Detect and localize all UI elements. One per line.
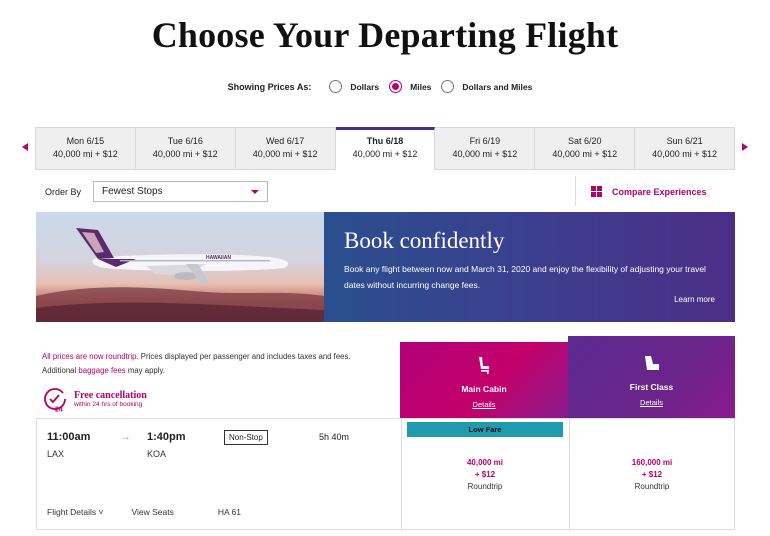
roundtrip-link[interactable]: All prices are now roundtrip. — [42, 352, 139, 361]
seat-icon — [479, 357, 489, 374]
radio-dollars-and-miles[interactable]: Dollars and Miles — [441, 80, 532, 93]
order-by-value: Fewest Stops — [102, 186, 163, 197]
airplane-illustration: HAWAIIAN — [36, 228, 324, 322]
price-display-toggle: Showing Prices As: Dollars Miles Dollars… — [0, 80, 770, 93]
divider — [575, 176, 576, 206]
baggage-fees-link[interactable]: baggage fees — [78, 366, 125, 375]
date-tab-price: 40,000 mi + $12 — [552, 149, 618, 159]
free-cancellation-sub: within 24 hrs of booking — [74, 401, 143, 408]
fare-miles: 160,000 mi — [631, 458, 673, 467]
date-tab-price: 40,000 mi + $12 — [352, 149, 418, 159]
radio-miles[interactable]: Miles — [389, 80, 431, 93]
depart-airport: LAX — [47, 449, 65, 459]
clock-24-icon: 24 — [44, 388, 66, 413]
compare-experiences-link[interactable]: Compare Experiences — [591, 186, 707, 197]
date-tab-day: Wed 6/17 — [265, 136, 305, 146]
date-tab-price: 40,000 mi + $12 — [53, 149, 118, 159]
flight-links: Flight Details ˅ View Seats HA 61 — [47, 507, 241, 517]
airplane-photo: HAWAIIAN — [36, 212, 324, 322]
date-tab-day: Thu 6/18 — [366, 136, 404, 146]
cabin-name: Main Cabin — [461, 384, 507, 394]
date-selector: Mon 6/15 40,000 mi + $12 Tue 6/16 40,000 m… — [35, 127, 736, 170]
fare-type: Roundtrip — [634, 482, 670, 491]
arrive-airport: KOA — [147, 449, 167, 459]
depart-time: 11:00am — [47, 431, 91, 443]
banner-title: Book confidently — [344, 228, 505, 253]
fare-cash: + $12 — [474, 470, 496, 479]
date-tab[interactable]: Mon 6/15 40,000 mi + $12 — [35, 127, 136, 170]
banner-body: Book any flight between now and March 31… — [344, 264, 706, 290]
additional-text: Additional — [42, 366, 79, 375]
fare-type: Roundtrip — [467, 482, 503, 491]
date-tab[interactable]: Wed 6/17 40,000 mi + $12 — [235, 127, 336, 170]
date-tab-day: Sun 6/21 — [666, 136, 703, 146]
free-cancellation-title: Free cancellation — [74, 390, 147, 401]
radio-label: Miles — [410, 81, 432, 92]
promo-banner: HAWAIIAN Book confidently Book any fligh… — [36, 212, 735, 322]
page-title: Choose Your Departing Flight — [151, 15, 619, 55]
flight-details-link[interactable]: Flight Details ˅ — [47, 507, 103, 517]
svg-text:24: 24 — [55, 407, 63, 413]
radio-circle-icon[interactable] — [329, 80, 343, 93]
may-apply-text: may apply. — [125, 366, 165, 375]
arrive-time: 1:40pm — [147, 431, 186, 443]
price-toggle-label: Showing Prices As: — [227, 81, 312, 92]
date-tab-price: 40,000 mi + $12 — [252, 149, 318, 159]
date-tab-selected[interactable]: Thu 6/18 40,000 mi + $12 — [335, 127, 436, 170]
flight-details-label: Flight Details — [47, 507, 97, 517]
date-tab-day: Sat 6/20 — [567, 136, 602, 146]
free-cancellation: 24 Free cancellation within 24 hrs of bo… — [42, 386, 147, 412]
date-tab-day: Tue 6/16 — [167, 136, 203, 146]
date-tab-price: 40,000 mi + $12 — [652, 149, 717, 159]
pricing-note: All prices are now roundtrip. Prices dis… — [42, 350, 392, 378]
arrival: 1:40pm KOA — [147, 431, 186, 459]
date-tab[interactable]: Sun 6/21 40,000 mi + $12 — [635, 127, 736, 170]
cabin-header-main: Main Cabin Details — [400, 342, 568, 418]
view-seats-link[interactable]: View Seats — [131, 507, 173, 517]
flight-number: HA 61 — [217, 507, 242, 517]
chevron-down-icon: ˅ — [98, 507, 104, 517]
banner-content: Book confidently Book any flight between… — [324, 212, 735, 322]
main-cabin-fare[interactable]: Low Fare 40,000 mi + $12 Roundtrip — [401, 419, 569, 531]
fare-cash: + $12 — [641, 470, 663, 479]
radio-circle-icon[interactable] — [441, 80, 455, 93]
pricing-note-text: Prices displayed per passenger and inclu… — [138, 352, 351, 361]
date-tab-price: 40,000 mi + $12 — [152, 149, 218, 159]
cabin-details-link[interactable]: Details — [568, 398, 735, 407]
order-by: Order By Fewest Stops — [45, 181, 269, 202]
first-class-seat-icon — [644, 356, 659, 370]
flight-info: 11:00am LAX → 1:40pm KOA Non-Stop 5h 40m… — [37, 419, 401, 531]
flight-duration: 5h 40m — [319, 432, 350, 442]
stops-badge: Non-Stop — [224, 430, 268, 445]
date-tab[interactable]: Fri 6/19 40,000 mi + $12 — [435, 127, 536, 170]
arrow-right-icon: → — [120, 431, 131, 443]
next-dates-arrow-icon[interactable] — [742, 143, 748, 151]
fare-miles: 40,000 mi — [466, 458, 504, 467]
flight-result-card: 11:00am LAX → 1:40pm KOA Non-Stop 5h 40m… — [36, 418, 735, 531]
grid-icon — [591, 186, 602, 197]
chevron-down-icon — [251, 189, 260, 194]
date-tab[interactable]: Tue 6/16 40,000 mi + $12 — [135, 127, 236, 170]
departure: 11:00am LAX — [47, 431, 90, 459]
date-tab-price: 40,000 mi + $12 — [452, 149, 518, 159]
radio-label: Dollars — [350, 81, 380, 92]
cabin-name: First Class — [629, 382, 674, 392]
learn-more-link[interactable]: Learn more — [674, 295, 715, 304]
date-tab-day: Mon 6/15 — [66, 136, 105, 146]
order-by-select[interactable]: Fewest Stops — [93, 181, 269, 202]
compare-experiences-label: Compare Experiences — [612, 186, 707, 197]
cabin-details-link[interactable]: Details — [400, 400, 568, 409]
radio-circle-icon[interactable] — [389, 80, 403, 93]
radio-label: Dollars and Miles — [462, 81, 533, 92]
date-tab[interactable]: Sat 6/20 40,000 mi + $12 — [535, 127, 636, 170]
order-by-label: Order By — [45, 186, 82, 197]
first-class-fare[interactable]: 160,000 mi + $12 Roundtrip — [569, 419, 735, 531]
radio-dollars[interactable]: Dollars — [329, 80, 379, 93]
previous-dates-arrow-icon[interactable] — [22, 143, 28, 151]
low-fare-badge: Low Fare — [407, 422, 563, 437]
cabin-header-first: First Class Details — [568, 336, 735, 418]
date-tab-day: Fri 6/19 — [469, 136, 501, 146]
